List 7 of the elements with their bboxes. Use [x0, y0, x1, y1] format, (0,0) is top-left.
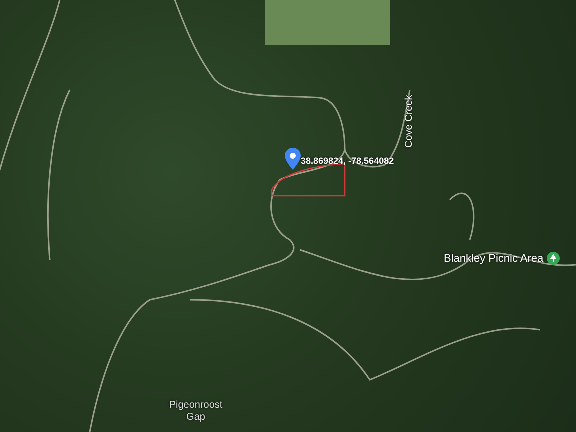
tree-icon[interactable]	[546, 252, 560, 265]
road-label: Cove Creek	[404, 95, 415, 148]
map-pin-icon[interactable]	[285, 148, 301, 170]
place-label: Pigeonroost Gap	[168, 400, 224, 424]
place-label[interactable]: Blankley Picnic Area	[444, 252, 544, 264]
coordinates-label: 38.869824, -78.564082	[301, 156, 394, 166]
satellite-map[interactable]: 38.869824, -78.564082 Cove Creek Blankley Picnic Area Pigeonroost Gap	[0, 0, 576, 432]
